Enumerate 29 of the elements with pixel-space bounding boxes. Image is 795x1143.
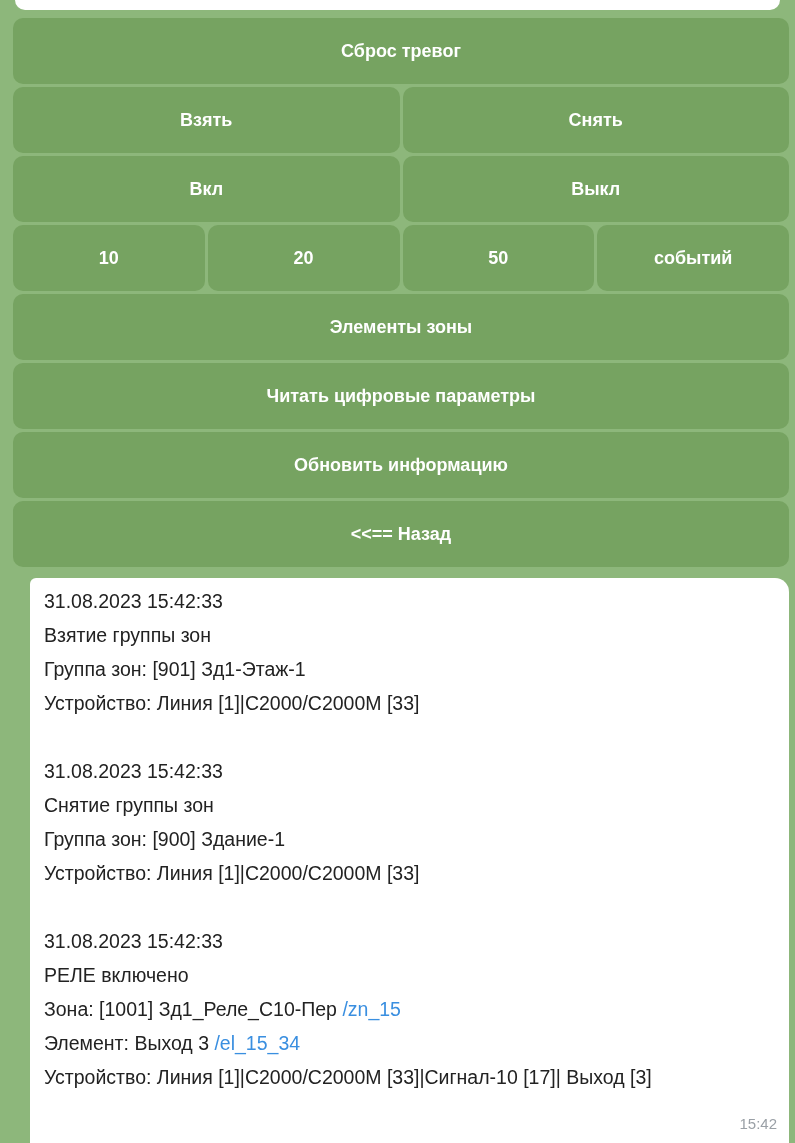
message-text: 31.08.2023 15:42:33 [44,930,223,952]
message-text: Устройство: Линия [1]|C2000/C2000M [33] [44,862,420,884]
command-link[interactable]: /el_15_34 [214,1032,301,1054]
keyboard-button[interactable]: Выкл [402,156,789,222]
keyboard-button[interactable]: Читать цифровые параметры [13,363,789,429]
keyboard-button[interactable]: 10 [13,225,205,291]
message-text: Взятие группы зон [44,624,211,646]
keyboard-button[interactable]: Обновить информацию [13,432,789,498]
keyboard-button[interactable]: Взять [13,87,400,153]
command-link[interactable]: /zn_15 [342,998,401,1020]
message-text: Элемент: Выход 3 [44,1032,209,1054]
message-time: 15:42 [739,1113,777,1134]
message-text: РЕЛЕ включено [44,964,189,986]
keyboard-button[interactable]: 20 [207,225,400,291]
keyboard-button[interactable]: 50 [402,225,595,291]
keyboard-button[interactable]: событий [597,225,789,291]
message-text: Устройство: Линия [1]|C2000/C2000M [33] [44,692,420,714]
keyboard-button[interactable]: Вкл [13,156,400,222]
keyboard-button[interactable]: Элементы зоны [13,294,789,360]
message-text: Группа зон: [900] Здание-1 [44,828,286,850]
message-text: Группа зон: [901] Зд1-Этаж-1 [44,658,306,680]
message-text: Зона: [1001] Зд1_Реле_С10-Пер [44,998,337,1020]
keyboard-button[interactable]: Сброс тревог [13,18,789,84]
message-text: 31.08.2023 15:42:33 [44,760,223,782]
message-text: 31.08.2023 15:42:33 [44,590,223,612]
message-text: Устройство: Линия [1]|C2000/C2000M [33]|Сигнал-10 [17]| Выход [3] [44,1066,652,1088]
keyboard-button[interactable]: Снять [402,87,789,153]
message-text: Снятие группы зон [44,794,214,816]
keyboard-button[interactable]: <<== Назад [13,501,789,567]
